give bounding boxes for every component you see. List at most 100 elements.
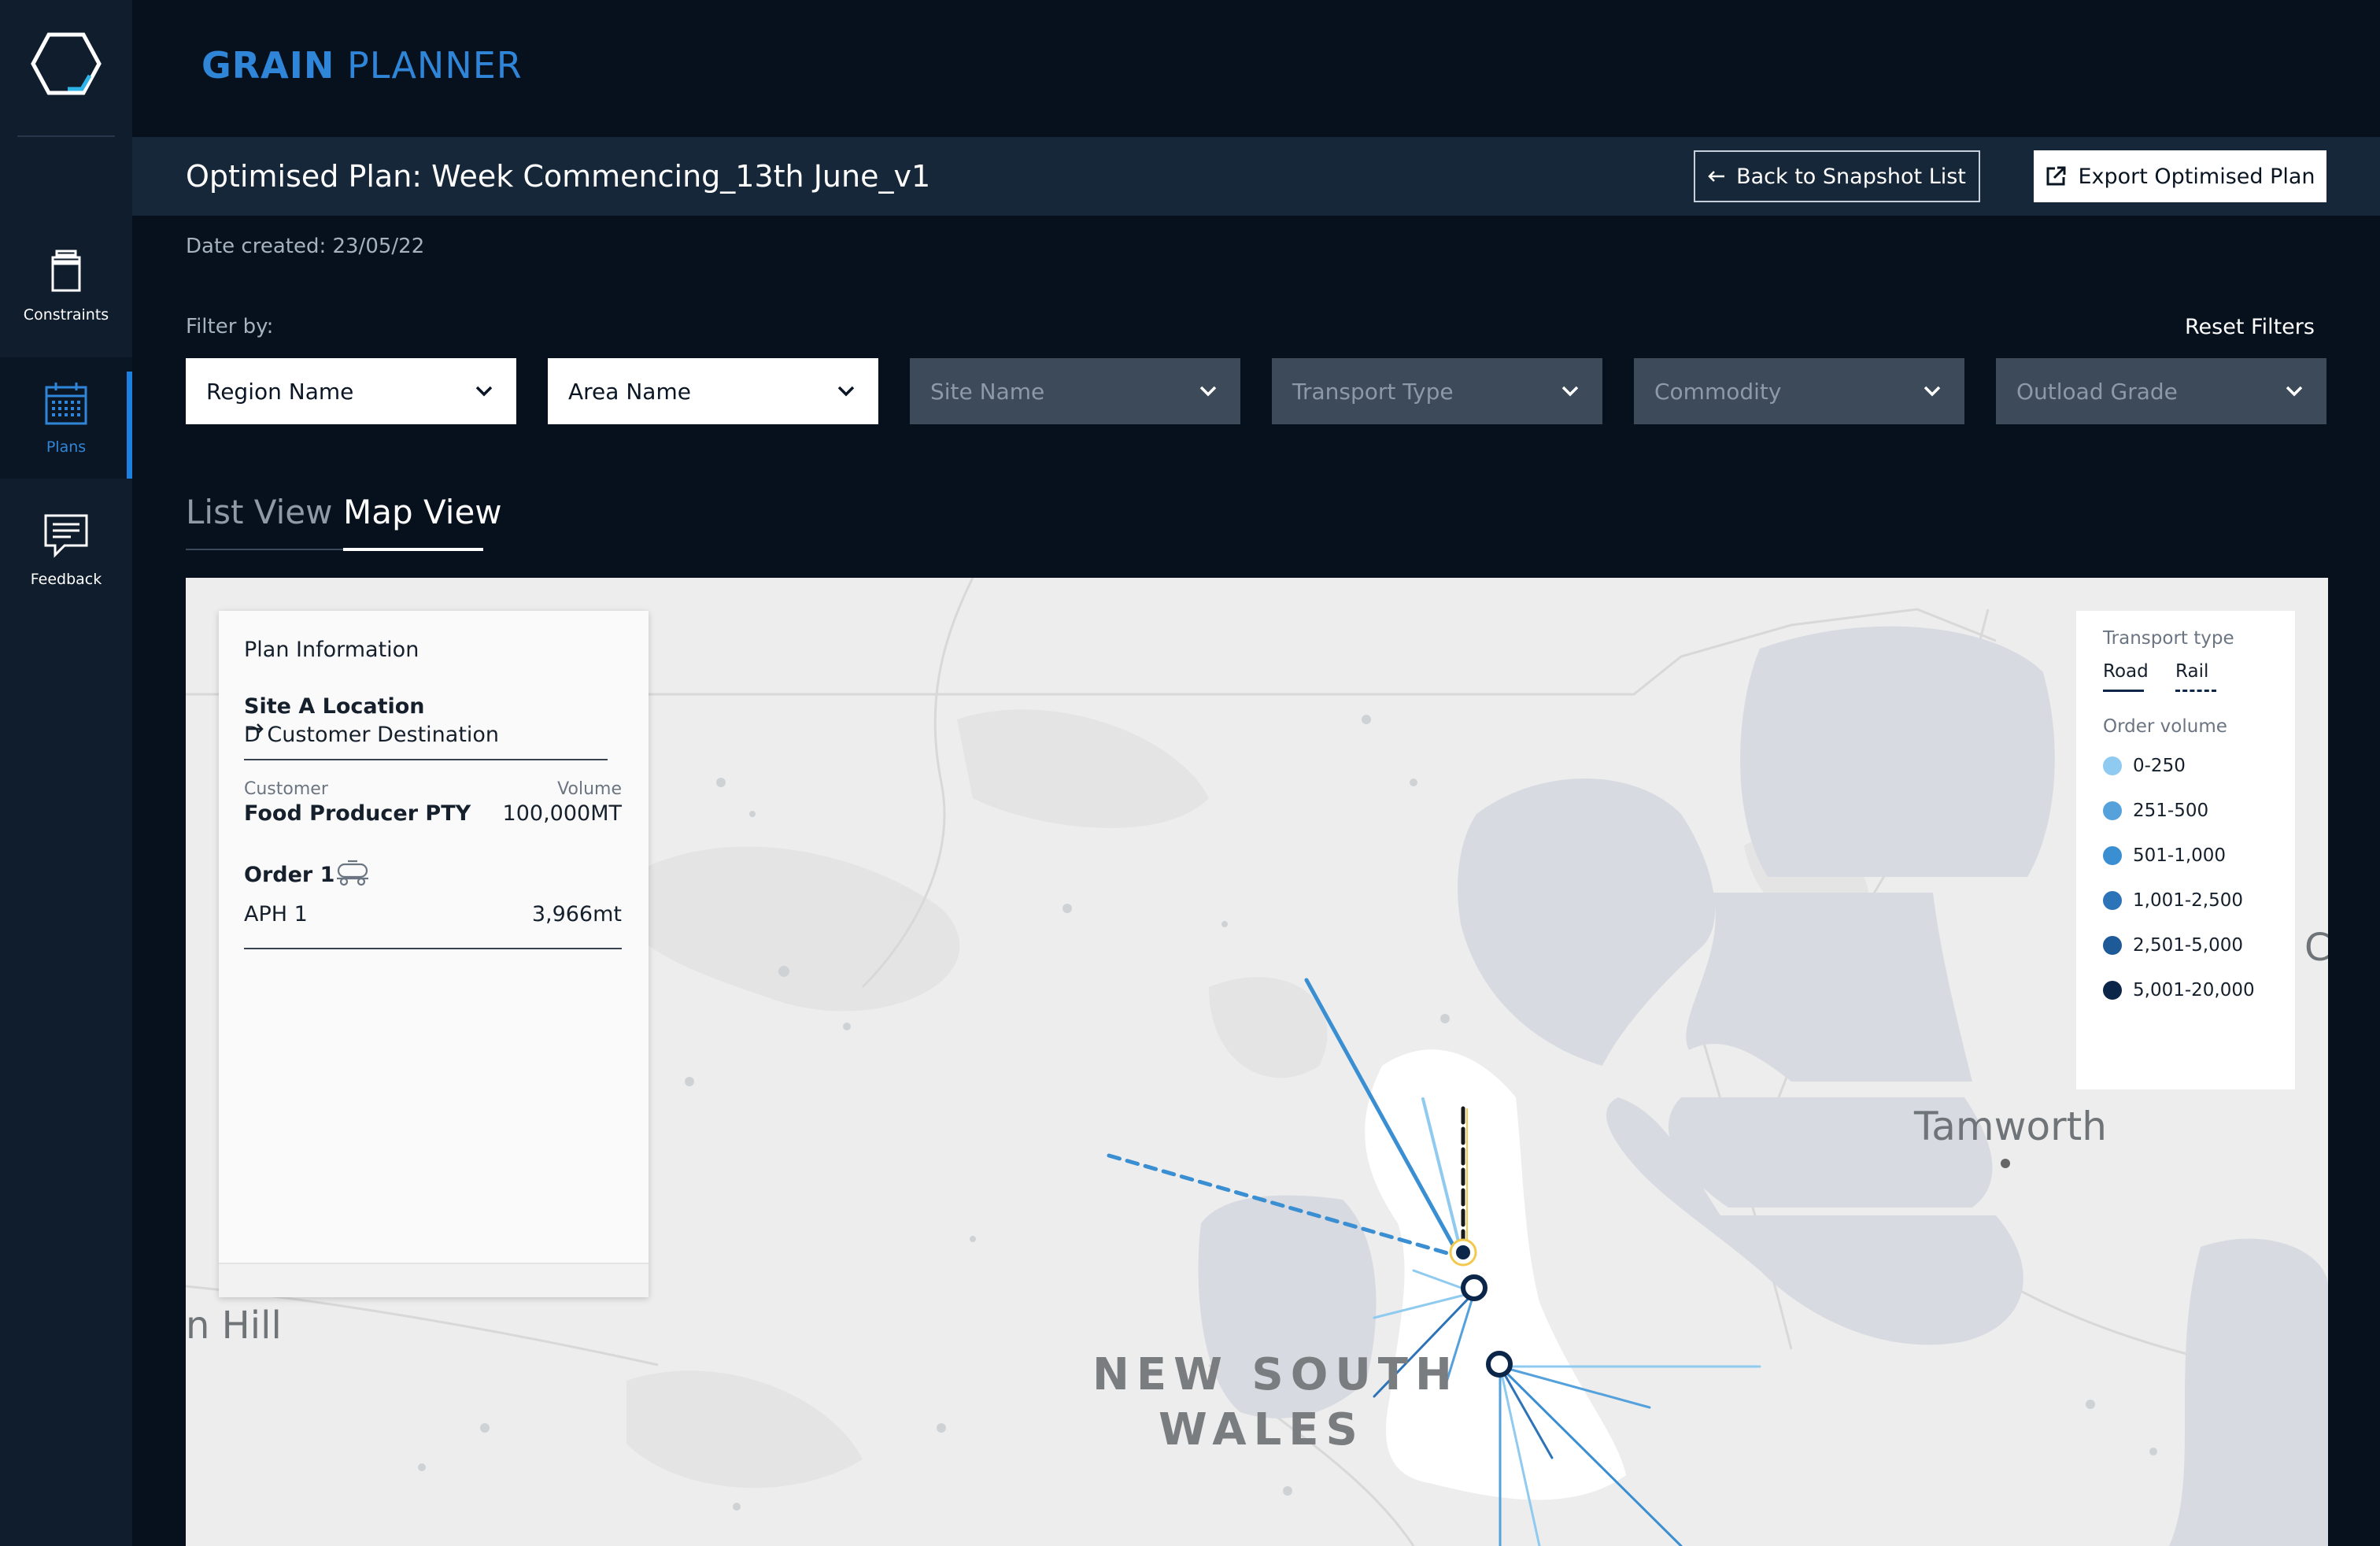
filter-commodity[interactable]: Commodity — [1634, 358, 1964, 424]
plan-info-heading: Plan Information — [244, 638, 419, 662]
map-label-edge: C — [2304, 926, 2328, 970]
legend-bin: 5,001-20,000 — [2103, 980, 2255, 1000]
filter-region-name[interactable]: Region Name — [186, 358, 516, 424]
tab-map-view[interactable]: Map View — [343, 493, 502, 531]
sidebar-item-plans[interactable]: Plans — [0, 357, 132, 479]
site-marker[interactable] — [1486, 1351, 1513, 1378]
date-created: Date created: 23/05/22 — [186, 235, 425, 258]
sidebar-item-label: Plans — [46, 438, 87, 456]
reset-filters-link[interactable]: Reset Filters — [2185, 315, 2315, 339]
legend-dot — [2103, 981, 2122, 1000]
filter-site-name[interactable]: Site Name — [910, 358, 1240, 424]
app-brand: GRAIN PLANNER — [201, 44, 523, 87]
brand-word-2: PLANNER — [347, 44, 523, 87]
sidebar-item-label: Feedback — [30, 571, 102, 588]
tab-list-view[interactable]: List View — [186, 493, 332, 531]
plan-info-footer — [219, 1263, 649, 1297]
plan-info-panel: Plan Information Site A Location D Custo… — [219, 611, 649, 1297]
legend-volume-title: Order volume — [2103, 716, 2227, 737]
sidebar-divider — [17, 135, 115, 137]
map-label-tamworth: Tamworth — [1914, 1104, 2107, 1149]
filter-label: Outload Grade — [2016, 378, 2178, 405]
chevron-down-icon — [1561, 386, 1579, 397]
filter-outload-grade[interactable]: Outload Grade — [1996, 358, 2326, 424]
legend-bin: 501-1,000 — [2103, 845, 2226, 866]
app-logo-icon[interactable] — [30, 31, 102, 96]
arrow-right-icon — [248, 723, 264, 734]
filter-label: Area Name — [568, 378, 691, 405]
truck-tanker-icon — [337, 860, 368, 886]
filter-transport-type[interactable]: Transport Type — [1272, 358, 1602, 424]
region-area-selected[interactable] — [1365, 1049, 1626, 1500]
plan-info-destination: D Customer Destination — [244, 723, 500, 747]
plan-info-divider — [244, 759, 608, 760]
legend-bin: 2,501-5,000 — [2103, 935, 2243, 956]
filter-label: Region Name — [206, 378, 354, 405]
sidebar-item-constraints[interactable]: Constraints — [0, 225, 132, 346]
map-label-hill: n Hill — [186, 1304, 282, 1348]
tab-underline-active — [343, 548, 483, 551]
legend-bin-label: 0-250 — [2133, 756, 2186, 776]
brand-word-1: GRAIN — [201, 44, 335, 87]
map-legend: Transport type Road Rail Order volume 0-… — [2076, 611, 2295, 1089]
customer-label: Customer — [244, 779, 328, 799]
export-button-label: Export Optimised Plan — [2078, 164, 2315, 189]
order-label: Order 1 — [244, 863, 335, 887]
legend-road-line — [2103, 690, 2144, 692]
export-optimised-plan-button[interactable]: Export Optimised Plan — [2034, 150, 2326, 202]
map-label-nsw-2: WALES — [1159, 1404, 1365, 1455]
map-view[interactable]: Tamworth NEW SOUTH WALES n Hill C Plan I… — [186, 578, 2328, 1546]
legend-dot — [2103, 756, 2122, 775]
region-area-teardrop[interactable] — [1458, 779, 1716, 1066]
legend-bin-label: 1,001-2,500 — [2133, 890, 2243, 911]
sidebar: Constraints Plans Feedback — [0, 0, 132, 1546]
legend-bin: 1,001-2,500 — [2103, 890, 2243, 911]
chevron-down-icon — [837, 386, 855, 397]
plan-info-site: Site A Location — [244, 694, 425, 719]
legend-dot — [2103, 936, 2122, 955]
plan-info-destination-row: D Customer Destination — [244, 723, 499, 747]
arrow-left-icon — [1708, 171, 1725, 182]
chevron-down-icon — [1199, 386, 1217, 397]
legend-transport-title: Transport type — [2103, 628, 2234, 649]
order-amount: 3,966mt — [531, 902, 622, 926]
title-bar: Optimised Plan: Week Commencing_13th Jun… — [132, 137, 2380, 216]
region-area-far-east[interactable] — [2169, 1238, 2328, 1546]
legend-bin: 251-500 — [2103, 801, 2208, 821]
chevron-down-icon — [475, 386, 493, 397]
region-area-centre[interactable] — [1686, 893, 1972, 1082]
filter-label: Commodity — [1654, 378, 1782, 405]
customer-value: Food Producer PTY — [244, 801, 471, 826]
legend-bin-label: 5,001-20,000 — [2133, 980, 2255, 1000]
map-label-nsw-1: NEW SOUTH — [1092, 1349, 1459, 1400]
region-area-ne[interactable] — [1740, 626, 2055, 877]
legend-road-label: Road — [2103, 661, 2149, 682]
external-link-icon — [2046, 166, 2066, 186]
legend-bin-label: 251-500 — [2133, 801, 2209, 821]
volume-label: Volume — [557, 779, 622, 799]
back-button-label: Back to Snapshot List — [1736, 164, 1966, 189]
sidebar-item-label: Constraints — [23, 306, 109, 324]
tab-underline — [186, 549, 343, 550]
legend-dot — [2103, 891, 2122, 910]
legend-bin-label: 501-1,000 — [2133, 845, 2227, 866]
legend-rail-line — [2175, 690, 2216, 692]
container-icon — [51, 250, 81, 292]
calendar-icon — [45, 383, 87, 425]
back-to-snapshot-list-button[interactable]: Back to Snapshot List — [1694, 150, 1980, 202]
grade-value: APH 1 — [244, 902, 308, 926]
legend-dot — [2103, 801, 2122, 820]
legend-bin-label: 2,501-5,000 — [2133, 935, 2243, 956]
site-marker-selected-dot — [1456, 1245, 1470, 1259]
volume-value: 100,000MT — [502, 801, 622, 826]
filter-label: Transport Type — [1292, 378, 1454, 405]
order-divider — [244, 948, 622, 949]
town-dot-tamworth — [2001, 1159, 2010, 1168]
site-marker[interactable] — [1461, 1274, 1488, 1301]
chevron-down-icon — [1924, 386, 1941, 397]
sidebar-item-feedback[interactable]: Feedback — [0, 490, 132, 611]
filter-area-name[interactable]: Area Name — [548, 358, 878, 424]
feedback-icon — [44, 514, 88, 558]
filter-label: Site Name — [930, 378, 1045, 405]
filter-by-label: Filter by: — [186, 315, 274, 338]
